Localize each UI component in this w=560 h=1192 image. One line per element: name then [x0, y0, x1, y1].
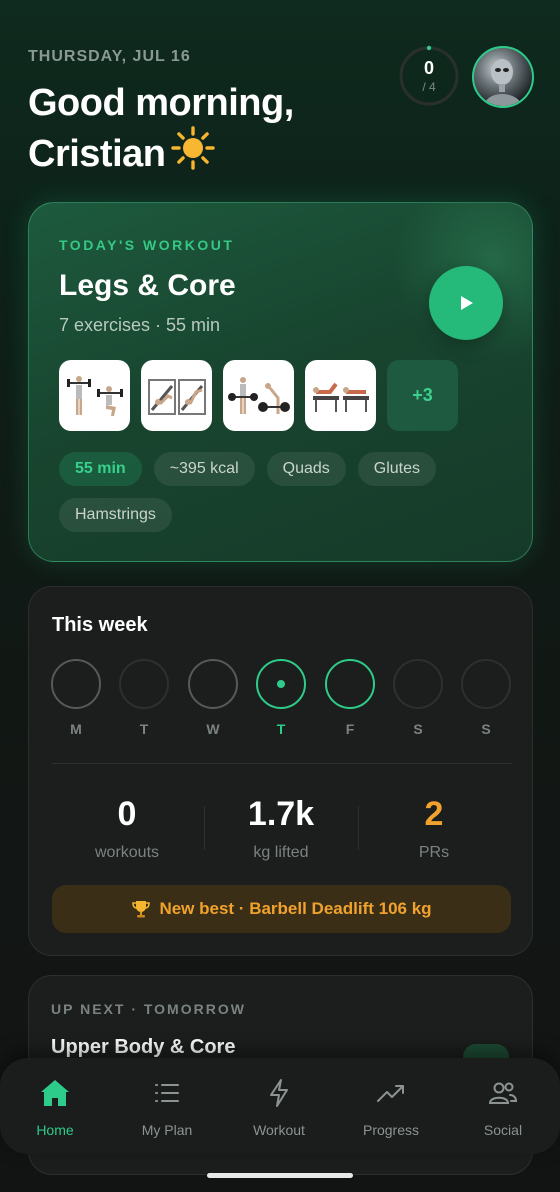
- tab-home[interactable]: Home: [0, 1078, 110, 1138]
- stat-separator: [204, 806, 205, 850]
- start-workout-button[interactable]: [429, 266, 503, 340]
- stat-label: workouts: [94, 844, 160, 861]
- exercise-thumbnail[interactable]: [59, 360, 130, 431]
- avatar[interactable]: [472, 46, 534, 108]
- exercise-thumbnail[interactable]: [223, 360, 294, 431]
- day-circle: [119, 659, 169, 709]
- stat-value: 1.7k: [247, 795, 315, 833]
- progress-ring-total: / 4: [422, 80, 436, 94]
- day-friday[interactable]: F: [325, 659, 375, 737]
- today-dot: [277, 680, 285, 688]
- calories-chip: ~395 kcal: [153, 452, 255, 486]
- tab-label: Social: [483, 1122, 523, 1138]
- tab-my-plan[interactable]: My Plan: [112, 1078, 222, 1138]
- tab-social[interactable]: Social: [448, 1078, 558, 1138]
- week-title: This week: [52, 614, 148, 636]
- day-monday[interactable]: M: [51, 659, 101, 737]
- user-name: Cristian: [28, 133, 166, 175]
- new-pr-banner[interactable]: New best · Barbell Deadlift 106 kg: [52, 885, 511, 933]
- stat-prs: 2 PRs: [359, 795, 509, 862]
- avatar-image: [484, 59, 522, 106]
- tab-workout[interactable]: Workout: [224, 1078, 334, 1138]
- leg-curl-illustration: [312, 382, 369, 412]
- todays-workout-card[interactable]: TODAY'S WORKOUT Legs & Core 7 exercises …: [28, 202, 533, 562]
- day-circle-today: [256, 659, 306, 709]
- trending-up-icon: [336, 1078, 446, 1108]
- trophy-icon: [132, 901, 151, 918]
- more-exercises-badge[interactable]: +3: [387, 360, 458, 431]
- day-tuesday[interactable]: T: [119, 659, 169, 737]
- muscle-chip: Quads: [266, 452, 346, 486]
- section-divider: [52, 763, 512, 764]
- day-circle: [188, 659, 238, 709]
- exercise-thumbnail[interactable]: [305, 360, 376, 431]
- stat-workouts: 0 workouts: [52, 795, 202, 862]
- up-next-title: Upper Body & Core: [51, 1036, 236, 1058]
- day-label: T: [276, 721, 286, 737]
- stat-value: 0: [117, 795, 137, 833]
- squat-illustration: [66, 375, 123, 416]
- muscle-chip: Hamstrings: [59, 498, 172, 532]
- tab-label: Workout: [253, 1122, 305, 1138]
- lightning-icon: [224, 1078, 334, 1108]
- day-sunday[interactable]: S: [461, 659, 511, 737]
- tab-progress[interactable]: Progress: [336, 1078, 446, 1138]
- day-label: T: [139, 721, 149, 737]
- stat-label: kg lifted: [253, 844, 309, 861]
- day-label: M: [70, 721, 82, 737]
- this-week-card: This week M T W T F S S 0 workouts 1.7k …: [28, 586, 533, 956]
- day-circle: [393, 659, 443, 709]
- tab-label: Home: [36, 1122, 74, 1138]
- exercise-thumbnail[interactable]: [141, 360, 212, 431]
- pr-banner-text: New best · Barbell Deadlift 106 kg: [159, 899, 432, 918]
- list-icon: [112, 1078, 222, 1108]
- people-icon: [448, 1078, 558, 1108]
- day-saturday[interactable]: S: [393, 659, 443, 737]
- sun-icon: [171, 126, 216, 181]
- day-circle: [51, 659, 101, 709]
- workout-eyebrow: TODAY'S WORKOUT: [59, 237, 235, 253]
- leg-press-illustration: [147, 378, 206, 415]
- home-icon: [0, 1078, 110, 1108]
- home-indicator: [207, 1173, 353, 1178]
- muscle-chip: Glutes: [357, 452, 437, 486]
- stat-value: 2: [424, 795, 444, 833]
- progress-ring-value: 0: [423, 58, 434, 78]
- exercise-thumbnails: +3: [59, 360, 458, 431]
- tab-label: My Plan: [141, 1122, 193, 1138]
- workout-title: Legs & Core: [59, 269, 236, 302]
- day-circle: [461, 659, 511, 709]
- day-circle-planned: [325, 659, 375, 709]
- play-icon: [461, 296, 473, 310]
- daily-progress-ring[interactable]: 0 / 4: [398, 45, 460, 107]
- greeting-line-2: Cristian: [28, 126, 532, 181]
- workout-subtitle: 7 exercises · 55 min: [59, 315, 221, 335]
- bottom-tab-bar: Home My Plan Workout Progress Social: [0, 1058, 560, 1154]
- day-label: W: [206, 721, 220, 737]
- workout-tags: 55 min ~395 kcal Quads Glutes Hamstrings: [59, 452, 499, 532]
- deadlift-illustration: [227, 376, 290, 414]
- duration-chip: 55 min: [59, 452, 142, 486]
- up-next-eyebrow: UP NEXT · TOMORROW: [51, 1001, 246, 1017]
- stat-kg-lifted: 1.7k kg lifted: [206, 795, 356, 862]
- day-thursday[interactable]: T: [256, 659, 306, 737]
- day-wednesday[interactable]: W: [188, 659, 238, 737]
- stat-label: PRs: [418, 844, 450, 861]
- day-label: S: [481, 721, 491, 737]
- day-label: S: [413, 721, 423, 737]
- day-label: F: [345, 721, 355, 737]
- tab-label: Progress: [362, 1122, 420, 1138]
